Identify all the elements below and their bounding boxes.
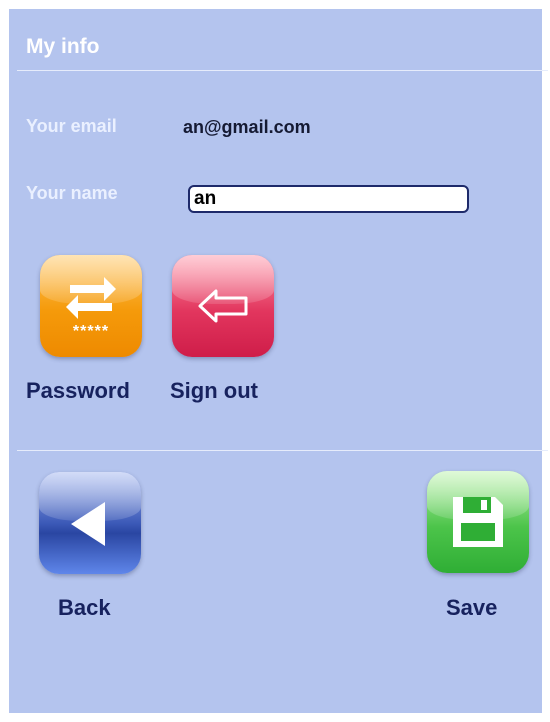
- back-button[interactable]: [39, 472, 141, 574]
- header-divider: [17, 70, 548, 71]
- email-value: an@gmail.com: [183, 117, 311, 137]
- floppy-disk-icon: [453, 497, 503, 547]
- arrow-left-icon: [198, 289, 248, 323]
- email-label: Your email: [26, 116, 117, 136]
- password-label: Password: [26, 378, 130, 403]
- name-label: Your name: [26, 183, 118, 203]
- save-label: Save: [446, 595, 498, 620]
- page-title: My info: [26, 35, 100, 58]
- back-triangle-icon: [71, 502, 105, 546]
- my-info-panel: My info Your email an@gmail.com Your nam…: [9, 9, 548, 713]
- section-divider: [17, 450, 548, 451]
- password-button[interactable]: *****: [40, 255, 142, 357]
- password-stars: *****: [72, 323, 110, 340]
- swap-arrows-icon: [66, 277, 116, 319]
- sign-out-label: Sign out: [170, 378, 258, 403]
- back-label: Back: [58, 595, 111, 620]
- save-button[interactable]: [427, 471, 529, 573]
- name-input[interactable]: [188, 185, 469, 213]
- sign-out-button[interactable]: [172, 255, 274, 357]
